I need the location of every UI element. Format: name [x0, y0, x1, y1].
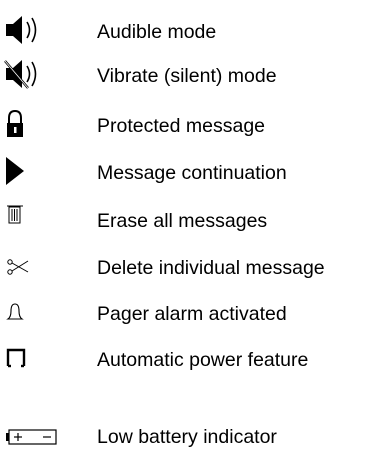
legend-item-message-continuation: Message continuation [0, 155, 378, 191]
legend-label: Delete individual message [97, 257, 325, 279]
padlock-icon [4, 108, 58, 144]
legend-label: Erase all messages [97, 210, 268, 232]
legend-item-protected-message: Protected message [0, 108, 378, 144]
legend-label: Audible mode [97, 21, 217, 43]
legend-label: Vibrate (silent) mode [97, 65, 277, 87]
play-triangle-icon [4, 155, 58, 191]
legend-label: Protected message [97, 115, 266, 137]
legend-label: Low battery indicator [97, 426, 277, 448]
scissors-icon [4, 250, 58, 286]
legend-item-audible-mode: Audible mode [0, 14, 378, 50]
legend-item-vibrate-mode: Vibrate (silent) mode [0, 58, 378, 94]
legend-label: Pager alarm activated [97, 303, 287, 325]
legend-label: Automatic power feature [97, 349, 309, 371]
legend-item-erase-all-messages: Erase all messages [0, 203, 378, 239]
legend-item-delete-individual-message: Delete individual message [0, 250, 378, 286]
legend-item-automatic-power-feature: Automatic power feature [0, 342, 378, 378]
legend-item-pager-alarm-activated: Pager alarm activated [0, 296, 378, 332]
icon-legend-page: { "legend": { "items": [ { "icon": "spea… [0, 0, 378, 463]
legend-label: Message continuation [97, 162, 287, 184]
bell-icon [4, 296, 58, 332]
legend-item-low-battery-indicator: Low battery indicator [0, 419, 378, 455]
trash-can-icon [4, 203, 58, 239]
bracket-icon [4, 342, 58, 378]
battery-icon [4, 419, 58, 455]
speaker-sound-icon [4, 14, 58, 50]
speaker-muted-icon [4, 58, 58, 94]
